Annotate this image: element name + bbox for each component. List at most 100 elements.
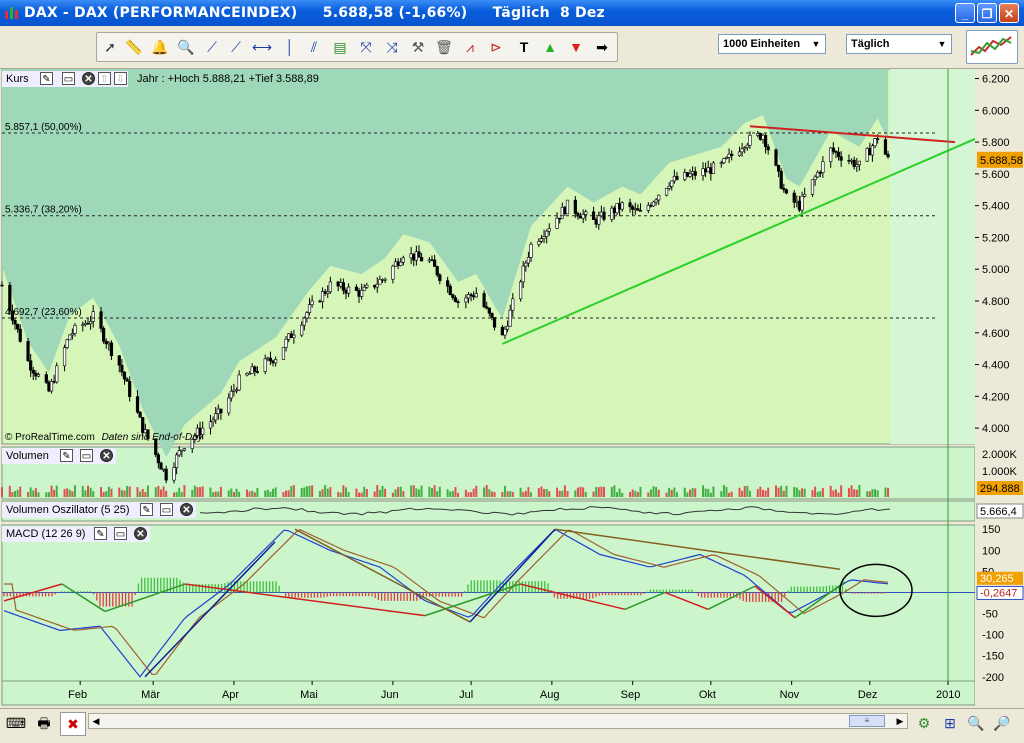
candle-body [453, 297, 458, 302]
close-icon[interactable]: ✕ [82, 72, 95, 85]
candle-body [177, 450, 181, 456]
candle-body [81, 324, 85, 326]
candle-body [722, 158, 726, 164]
candle-body [612, 207, 617, 214]
ruler-tool-icon[interactable]: 📏 [123, 36, 145, 58]
volume-bar [47, 492, 50, 497]
triangle-tool-icon[interactable]: ⊳ [485, 36, 507, 58]
window-icon[interactable]: ▭ [160, 503, 173, 516]
move-down-icon[interactable]: ⇩ [114, 72, 127, 85]
volume-bar [725, 487, 728, 497]
window-icon[interactable]: ▭ [62, 72, 75, 85]
volume-bar [793, 487, 796, 497]
macd-pane-header: MACD (12 26 9) ✎ ▭ ✕ [2, 526, 150, 542]
wrench-icon[interactable]: ✎ [40, 72, 53, 85]
volume-bar [871, 489, 874, 497]
volume-bar [665, 492, 668, 497]
volume-bar [475, 485, 478, 497]
zoom-out-icon[interactable]: 🔍 [964, 712, 988, 734]
horizontal-line-tool-icon[interactable]: ⟷ [251, 36, 273, 58]
volume-bar [574, 490, 577, 497]
chart-canvas[interactable]: 5.857,1 (50,00%) 5.336,7 (38,20%) 4.692,7 … [0, 69, 1024, 707]
wrench-icon[interactable]: ✎ [60, 449, 73, 462]
volume-bar [675, 492, 678, 497]
channel-tool-icon[interactable]: ⫽ [303, 36, 325, 58]
zoom-in-icon[interactable]: 🔎 [990, 712, 1014, 734]
zoom-fit-icon[interactable]: ⊞ [938, 712, 962, 734]
window-icon[interactable]: ▭ [114, 527, 127, 540]
units-select[interactable]: 1000 Einheiten ▼ [718, 34, 826, 54]
candle-body [748, 135, 752, 146]
trend-line-tool-icon[interactable]: ⟋ [225, 36, 247, 58]
macd-pane-name: MACD (12 26 9) [6, 528, 86, 540]
candle-body [466, 294, 471, 299]
volume-bar [670, 490, 673, 497]
month-label: Feb [68, 689, 87, 701]
candle-body [865, 148, 869, 162]
properties-icon[interactable]: ⚙ [912, 712, 936, 734]
maximize-button[interactable]: ❐ [977, 3, 997, 23]
volume-bar [397, 487, 400, 497]
wrench-icon[interactable]: ✎ [94, 527, 107, 540]
zoom-tool-icon[interactable]: 🔍 [175, 36, 197, 58]
volume-bar [543, 489, 546, 497]
close-icon[interactable]: ✕ [180, 503, 193, 516]
vertical-line-tool-icon[interactable]: │ [279, 36, 301, 58]
fibonacci-tool-icon[interactable]: ▤ [329, 36, 351, 58]
candle-body [578, 215, 583, 219]
buy-arrow-icon[interactable]: ▲ [539, 36, 561, 58]
candle-body [29, 360, 33, 371]
volume-bar [457, 492, 460, 497]
volume-bar [775, 485, 777, 497]
candle-body [52, 381, 56, 383]
chart-area: 5.857,1 (50,00%) 5.336,7 (38,20%) 4.692,7 … [0, 69, 1024, 707]
horizontal-scrollbar[interactable]: ◀ ≡ ▶ [88, 713, 908, 729]
period-select-value: Täglich [851, 38, 890, 50]
candle-body [18, 328, 22, 342]
trash-icon[interactable]: 🗑 [433, 36, 455, 58]
volume-bar [232, 492, 235, 497]
move-up-icon[interactable]: ⇧ [98, 72, 111, 85]
alarm-tool-icon[interactable]: 🔔 [149, 36, 171, 58]
volume-bar [342, 485, 345, 497]
candle-body [876, 138, 880, 140]
scroll-right-icon[interactable]: ▶ [893, 714, 907, 728]
vol-osc-pane-name: Volumen Oszillator (5 25) [6, 504, 130, 516]
candle-body [683, 172, 687, 180]
tools-settings-icon[interactable]: ⚒ [407, 36, 429, 58]
close-button[interactable]: ✕ [999, 3, 1019, 23]
volume-bar [767, 487, 770, 497]
volume-bar [144, 491, 147, 497]
volume-bar [123, 490, 126, 497]
candle-body [691, 171, 695, 175]
volume-bar [290, 486, 293, 497]
line-tool-icon[interactable]: ⟋ [201, 36, 223, 58]
sell-arrow-icon[interactable]: ▼ [565, 36, 587, 58]
scroll-left-icon[interactable]: ◀ [89, 714, 103, 728]
price-pane-name: Kurs [6, 73, 29, 85]
pattern-tool-icon[interactable]: ⩘ [459, 36, 481, 58]
keyboard-icon[interactable]: ⌨ [4, 712, 28, 734]
candle-body [870, 145, 875, 156]
forward-arrow-icon[interactable]: ➡ [591, 36, 613, 58]
wrench-icon[interactable]: ✎ [140, 503, 153, 516]
volume-tick-label: 1.000K [982, 466, 1018, 478]
close-icon[interactable]: ✕ [100, 449, 113, 462]
scroll-thumb[interactable]: ≡ [849, 715, 885, 727]
candle-body [565, 199, 570, 215]
close-icon[interactable]: ✕ [134, 527, 147, 540]
candle-body [542, 236, 546, 239]
window-icon[interactable]: ▭ [80, 449, 93, 462]
text-tool-icon[interactable]: T [513, 36, 535, 58]
chart-style-button[interactable] [966, 30, 1018, 64]
fibonacci-label: 5.336,7 (38,20%) [5, 205, 82, 216]
delete-icon[interactable]: ✖ [60, 712, 86, 736]
parallel-tool-icon[interactable]: ⤨ [381, 36, 403, 58]
candle-body [125, 378, 129, 382]
fan-tool-icon[interactable]: ⤧ [355, 36, 377, 58]
minimize-button[interactable]: _ [955, 3, 975, 23]
cursor-tool-icon[interactable]: ➚ [99, 36, 121, 58]
print-icon[interactable]: 🖶 [32, 712, 56, 734]
volume-bar [798, 490, 801, 497]
period-select[interactable]: Täglich ▼ [846, 34, 952, 54]
